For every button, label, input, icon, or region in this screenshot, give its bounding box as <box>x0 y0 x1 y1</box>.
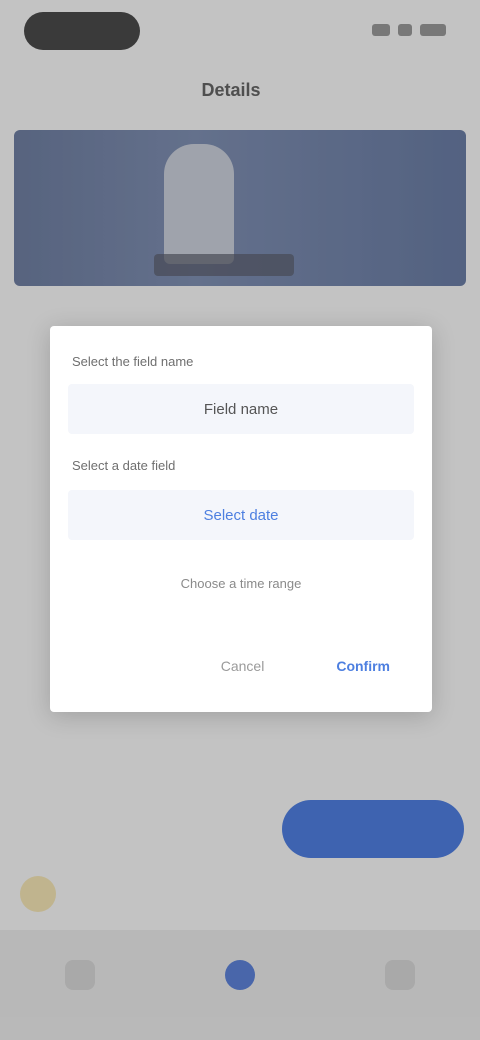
dialog-actions: Cancel Confirm <box>213 652 398 680</box>
cancel-button[interactable]: Cancel <box>213 652 273 680</box>
field-name-select[interactable]: Field name <box>68 384 414 434</box>
date-field-label: Select a date field <box>72 458 176 473</box>
field-name-label: Select the field name <box>72 354 194 369</box>
date-field-value: Select date <box>203 506 279 524</box>
filter-dialog: Select the field name Field name Select … <box>50 326 432 712</box>
time-range-note: Choose a time range <box>180 576 302 591</box>
confirm-button[interactable]: Confirm <box>328 652 398 680</box>
date-field-select[interactable]: Select date <box>68 490 414 540</box>
field-name-value: Field name <box>203 400 279 418</box>
